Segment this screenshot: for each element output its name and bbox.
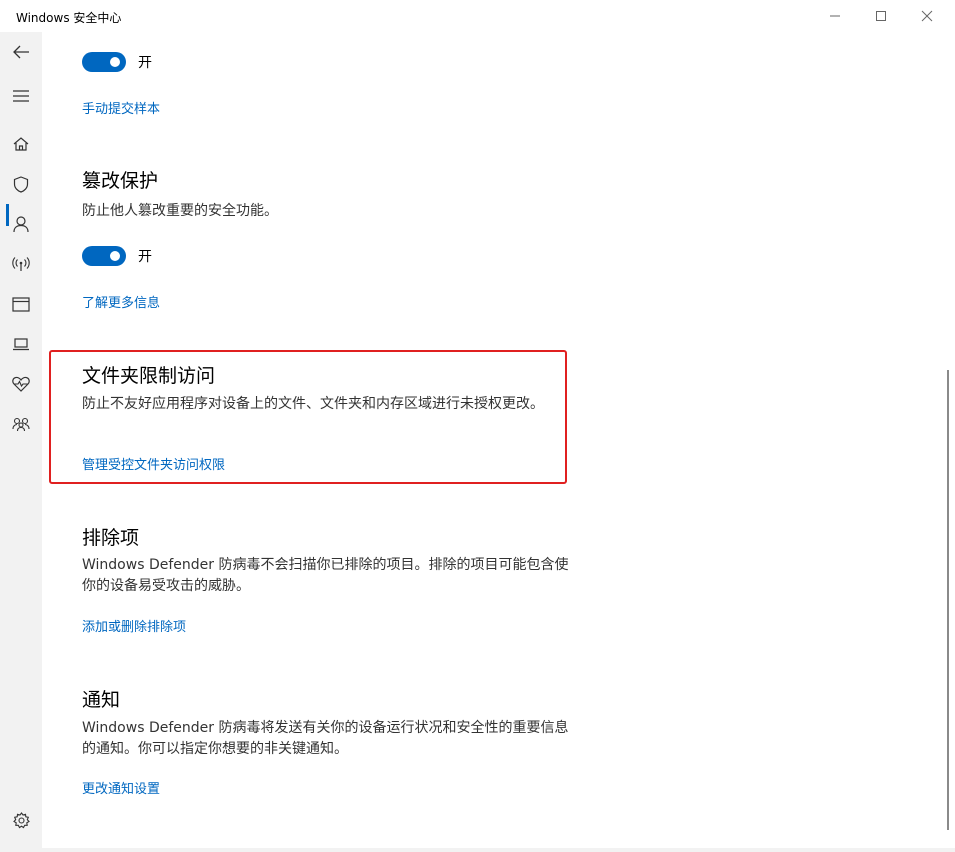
minimize-icon	[830, 15, 840, 17]
change-notification-settings-link[interactable]: 更改通知设置	[82, 778, 160, 797]
notifications-description: Windows Defender 防病毒将发送有关你的设备运行状况和安全性的重要…	[82, 720, 569, 757]
browser-icon	[12, 296, 30, 312]
window-title: Windows 安全中心	[16, 11, 122, 25]
sidebar-item-virus-protection[interactable]	[0, 164, 42, 204]
folder-access-description: 防止不友好应用程序对设备上的文件、文件夹和内存区域进行未授权更改。	[82, 396, 544, 412]
back-button[interactable]	[0, 32, 42, 72]
top-toggle-row: 开	[82, 52, 152, 72]
learn-more-link[interactable]: 了解更多信息	[82, 292, 160, 311]
close-button[interactable]	[904, 0, 950, 32]
submit-sample-link[interactable]: 手动提交样本	[82, 98, 160, 117]
maximize-icon	[876, 11, 886, 21]
gear-icon	[12, 811, 30, 828]
sidebar	[0, 32, 42, 852]
menu-icon	[13, 90, 29, 102]
scrollbar-thumb[interactable]	[947, 370, 949, 830]
tamper-protection-title: 篡改保护	[82, 170, 159, 192]
sidebar-item-app-browser[interactable]	[0, 284, 42, 324]
tamper-protection-toggle[interactable]	[82, 246, 126, 266]
notifications-title: 通知	[82, 689, 121, 711]
top-toggle-state: 开	[138, 55, 152, 71]
manage-folder-access-link[interactable]: 管理受控文件夹访问权限	[82, 454, 225, 473]
maximize-button[interactable]	[858, 0, 904, 32]
sidebar-item-home[interactable]	[0, 124, 42, 164]
sidebar-item-device-security[interactable]	[0, 324, 42, 364]
top-setting-toggle[interactable]	[82, 52, 126, 72]
folder-access-title: 文件夹限制访问	[82, 365, 216, 387]
sidebar-item-device-health[interactable]	[0, 364, 42, 404]
settings-button[interactable]	[0, 800, 42, 840]
tamper-protection-description: 防止他人篡改重要的安全功能。	[82, 203, 278, 219]
bottom-edge	[42, 848, 955, 852]
tamper-toggle-state: 开	[138, 249, 152, 265]
tamper-toggle-row: 开	[82, 246, 152, 266]
person-icon	[13, 215, 29, 232]
exclusions-description: Windows Defender 防病毒不会扫描你已排除的项目。排除的项目可能包…	[82, 557, 569, 594]
back-icon	[13, 45, 29, 59]
wireless-icon	[12, 257, 30, 271]
laptop-icon	[13, 337, 29, 350]
shield-icon	[13, 175, 29, 193]
home-icon	[13, 137, 29, 151]
close-icon	[921, 10, 933, 22]
add-remove-exclusions-link[interactable]: 添加或删除排除项	[82, 616, 186, 635]
sidebar-item-account[interactable]	[0, 204, 42, 244]
exclusions-title: 排除项	[82, 527, 140, 549]
menu-button[interactable]	[0, 76, 42, 116]
sidebar-item-firewall[interactable]	[0, 244, 42, 284]
sidebar-item-family-options[interactable]	[0, 404, 42, 444]
main-content: 开 手动提交样本 篡改保护 防止他人篡改重要的安全功能。 开 了解更多信息 文件…	[42, 32, 947, 848]
heart-icon	[12, 376, 30, 392]
title-bar: Windows 安全中心	[0, 0, 955, 32]
family-icon	[12, 417, 30, 432]
minimize-button[interactable]	[812, 0, 858, 32]
